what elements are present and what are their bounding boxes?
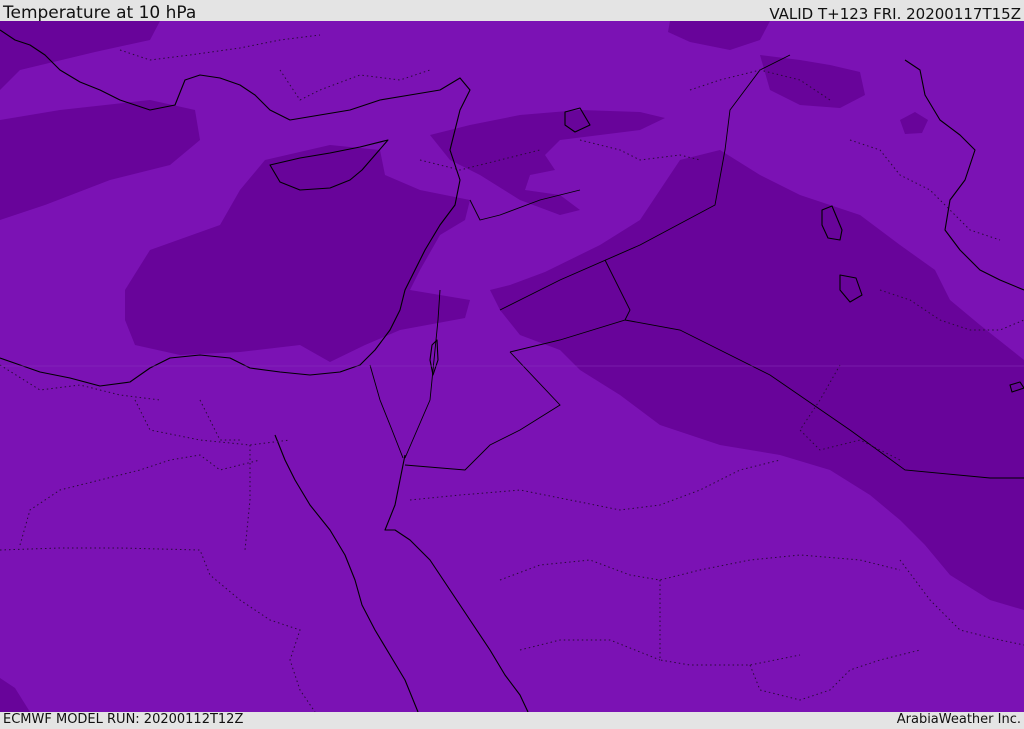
map-title: Temperature at 10 hPa xyxy=(3,3,197,23)
map-page: Temperature at 10 hPa VALID T+123 FRI. 2… xyxy=(0,0,1024,729)
credit-text: ArabiaWeather Inc. xyxy=(896,712,1021,727)
weather-map xyxy=(0,21,1024,712)
model-run: ECMWF MODEL RUN: 20200112T12Z xyxy=(3,712,244,727)
header-bar: Temperature at 10 hPa VALID T+123 FRI. 2… xyxy=(0,0,1024,23)
footer-bar: ECMWF MODEL RUN: 20200112T12Z ArabiaWeat… xyxy=(0,712,1024,729)
